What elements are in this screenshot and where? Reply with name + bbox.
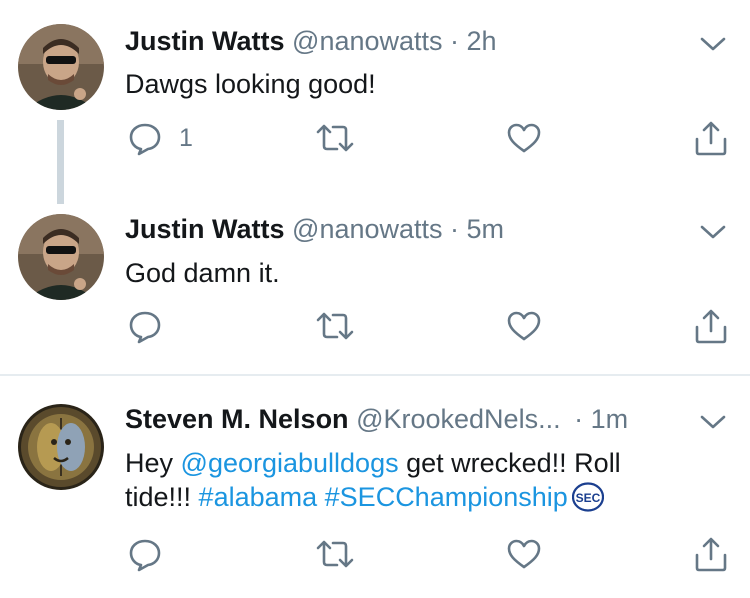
tweet-time[interactable]: · 5m — [450, 214, 504, 244]
sec-logo-icon: SEC — [571, 482, 604, 520]
tweet-3[interactable]: Steven M. Nelson @KrookedNels... · 1m He… — [0, 376, 750, 598]
like-icon — [507, 539, 541, 569]
retweet-button[interactable] — [315, 118, 355, 158]
reply-icon — [129, 539, 161, 572]
chevron-down-icon[interactable] — [698, 222, 728, 242]
like-icon — [507, 311, 541, 341]
hashtag-link[interactable]: #alabama — [199, 482, 318, 512]
author-handle[interactable]: @KrookedNels... — [356, 404, 561, 434]
chevron-down-icon[interactable] — [698, 34, 728, 54]
mention-link[interactable]: @georgiabulldogs — [181, 448, 399, 478]
author-name[interactable]: Justin Watts — [125, 26, 285, 56]
tweet-1[interactable]: Justin Watts @nanowatts · 2h Dawgs looki… — [0, 0, 750, 204]
like-button[interactable] — [506, 118, 542, 158]
tweet-time[interactable]: · 2h — [450, 26, 497, 56]
reply-button[interactable] — [127, 306, 179, 346]
tweet-actions — [125, 534, 735, 574]
tweet-2[interactable]: Justin Watts @nanowatts · 5m God damn it… — [0, 190, 750, 374]
tweet-text: Dawgs looking good! — [125, 69, 376, 99]
chevron-down-icon[interactable] — [698, 412, 728, 432]
reply-count: 1 — [179, 123, 193, 152]
like-button[interactable] — [506, 306, 542, 346]
reply-button[interactable] — [127, 534, 179, 574]
retweet-icon — [316, 540, 354, 568]
tweet-actions: 1 — [125, 118, 735, 158]
author-handle[interactable]: @nanowatts — [292, 214, 443, 244]
avatar[interactable] — [18, 404, 104, 490]
hashtag-link[interactable]: #SECChampionship — [325, 482, 568, 512]
tweet-text: Hey @georgiabulldogs get wrecked!! Roll … — [125, 446, 665, 520]
tweet-header: Justin Watts @nanowatts · 5m — [125, 214, 504, 245]
reply-button[interactable]: 1 — [127, 118, 193, 158]
share-button[interactable] — [693, 534, 729, 574]
like-icon — [507, 123, 541, 153]
tweet-header: Steven M. Nelson @KrookedNels... · 1m — [125, 404, 628, 435]
author-name[interactable]: Steven M. Nelson — [125, 404, 349, 434]
share-button[interactable] — [693, 306, 729, 346]
retweet-button[interactable] — [315, 534, 355, 574]
author-name[interactable]: Justin Watts — [125, 214, 285, 244]
text-segment — [317, 482, 325, 512]
author-handle[interactable]: @nanowatts — [292, 26, 443, 56]
tweet-actions — [125, 306, 735, 346]
retweet-icon — [316, 312, 354, 340]
share-icon — [695, 121, 727, 156]
tweet-header: Justin Watts @nanowatts · 2h — [125, 26, 497, 57]
tweet-time[interactable]: · 1m — [574, 404, 628, 434]
reply-icon — [129, 311, 161, 344]
share-icon — [695, 537, 727, 572]
retweet-button[interactable] — [315, 306, 355, 346]
tweet-text: God damn it. — [125, 258, 280, 288]
share-button[interactable] — [693, 118, 729, 158]
text-segment: Hey — [125, 448, 181, 478]
avatar[interactable] — [18, 24, 104, 110]
avatar[interactable] — [18, 214, 104, 300]
like-button[interactable] — [506, 534, 542, 574]
retweet-icon — [316, 124, 354, 152]
sec-logo-text: SEC — [575, 491, 600, 505]
share-icon — [695, 309, 727, 344]
reply-icon — [129, 123, 161, 156]
